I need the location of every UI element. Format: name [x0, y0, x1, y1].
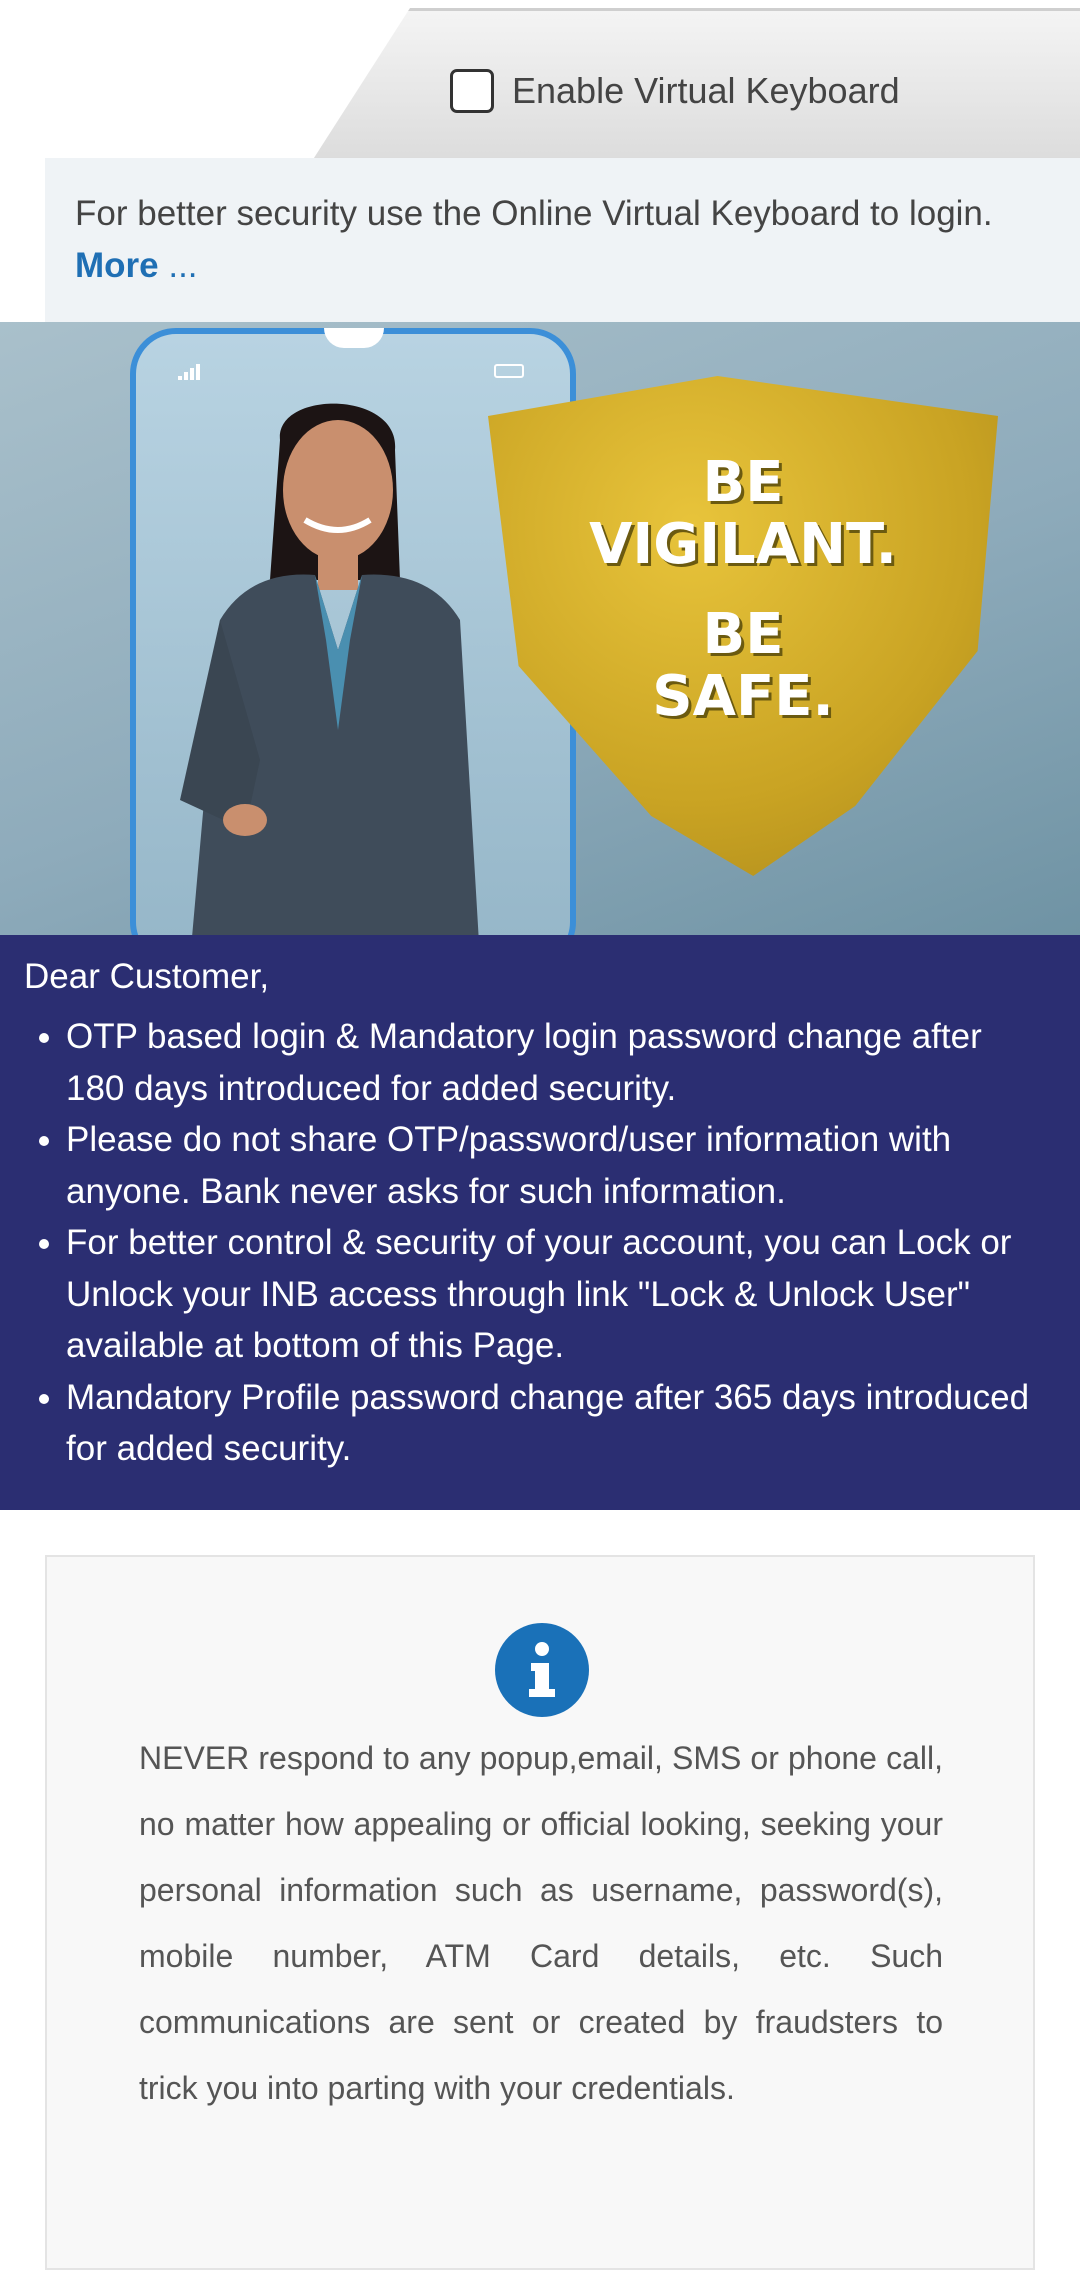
virtual-keyboard-toggle[interactable]: Enable Virtual Keyboard	[450, 69, 900, 113]
banner-slogan: BE VIGILANT. BE SAFE.	[488, 452, 998, 728]
virtual-keyboard-note: For better security use the Online Virtu…	[45, 158, 1080, 322]
safety-banner: BE VIGILANT. BE SAFE.	[0, 322, 1080, 935]
warning-text: NEVER respond to any popup,email, SMS or…	[139, 1740, 943, 2106]
notice-list: OTP based login & Mandatory login passwo…	[24, 1011, 1040, 1475]
slogan-line-1: BE	[702, 450, 784, 515]
more-link-label[interactable]: More	[75, 246, 159, 285]
notice-item: Mandatory Profile password change after …	[66, 1372, 1040, 1475]
notice-item: For better control & security of your ac…	[66, 1217, 1040, 1372]
woman-illustration	[180, 403, 479, 935]
notice-item: OTP based login & Mandatory login passwo…	[66, 1011, 1040, 1114]
virtual-keyboard-tab: Enable Virtual Keyboard	[312, 8, 1080, 161]
more-link-dots[interactable]: ...	[159, 246, 197, 285]
slogan-line-3: BE	[702, 602, 784, 667]
info-icon	[495, 1623, 589, 1717]
notice-item: Please do not share OTP/password/user in…	[66, 1114, 1040, 1217]
security-warning-box: NEVER respond to any popup,email, SMS or…	[45, 1555, 1035, 2270]
slogan-line-4: SAFE.	[652, 664, 834, 729]
virtual-keyboard-note-text: For better security use the Online Virtu…	[75, 194, 993, 233]
slogan-line-2: VIGILANT.	[589, 512, 897, 577]
customer-notice: Dear Customer, OTP based login & Mandato…	[0, 935, 1080, 1510]
signal-icon	[178, 364, 204, 380]
phone-notch	[324, 328, 384, 348]
battery-icon	[494, 364, 524, 378]
notice-greeting: Dear Customer,	[24, 957, 270, 996]
virtual-keyboard-checkbox[interactable]	[450, 69, 494, 113]
virtual-keyboard-label[interactable]: Enable Virtual Keyboard	[512, 70, 900, 112]
more-link[interactable]: More ...	[75, 246, 198, 285]
